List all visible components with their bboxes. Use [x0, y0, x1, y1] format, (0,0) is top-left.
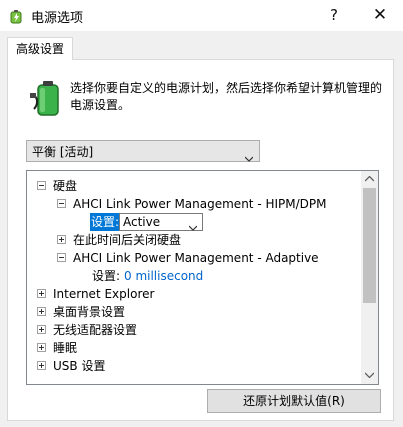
- expand-icon[interactable]: [37, 325, 46, 334]
- collapse-icon[interactable]: [57, 199, 66, 208]
- window-title: 电源选项: [31, 11, 84, 26]
- expand-icon[interactable]: [57, 235, 66, 244]
- help-button[interactable]: ?: [311, 0, 357, 31]
- setting-value-link[interactable]: 0 millisecond: [124, 267, 203, 285]
- close-button[interactable]: ✕: [357, 0, 403, 31]
- chevron-down-icon: [188, 219, 198, 235]
- settings-tree[interactable]: 硬盘 AHCI Link Power Management - HIPM/DPM…: [26, 170, 379, 385]
- tree-item-label: 无线适配器设置: [53, 323, 138, 337]
- tree-item-label: Internet Explorer: [53, 287, 155, 301]
- collapse-icon[interactable]: [57, 253, 66, 262]
- chevron-down-icon: [244, 148, 254, 162]
- power-options-icon: [8, 8, 24, 24]
- setting-label: 设置:: [90, 213, 121, 231]
- tree-item-label: AHCI Link Power Management - HIPM/DPM: [73, 197, 327, 211]
- expand-icon[interactable]: [37, 343, 46, 352]
- expand-icon[interactable]: [37, 361, 46, 370]
- dialog-body: 高级设置 选择你要自定义的电源计划，然后选择你希望计算机管理的电源设置。 平衡 …: [0, 31, 403, 427]
- power-plan-value: 平衡 [活动]: [32, 145, 94, 159]
- restore-defaults-button[interactable]: 还原计划默认值(R): [207, 389, 381, 413]
- tree-item-label: USB 设置: [53, 359, 106, 373]
- tree-item-label: AHCI Link Power Management - Adaptive: [73, 251, 319, 265]
- vertical-scrollbar[interactable]: [361, 171, 378, 384]
- scrollbar-thumb[interactable]: [363, 188, 376, 303]
- setting-value-select[interactable]: Active: [119, 213, 203, 231]
- scroll-up-icon[interactable]: [361, 171, 378, 188]
- battery-plug-icon: [30, 79, 66, 117]
- expand-icon[interactable]: [37, 289, 46, 298]
- scroll-down-icon[interactable]: [361, 367, 378, 384]
- tree-item-label: 桌面背景设置: [53, 305, 126, 319]
- tree-item-label: 在此时间后关闭硬盘: [73, 233, 182, 247]
- tab-advanced-settings[interactable]: 高级设置: [7, 37, 74, 60]
- tab-panel: 选择你要自定义的电源计划，然后选择你希望计算机管理的电源设置。 平衡 [活动] …: [7, 59, 394, 421]
- setting-label: 设置:: [92, 269, 121, 283]
- collapse-icon[interactable]: [37, 181, 46, 190]
- power-plan-select[interactable]: 平衡 [活动]: [26, 140, 260, 162]
- title-bar: 电源选项 ? ✕: [0, 0, 403, 31]
- setting-value: Active: [123, 215, 161, 229]
- expand-icon[interactable]: [37, 307, 46, 316]
- tree-item-label: 硬盘: [53, 179, 78, 193]
- description-text: 选择你要自定义的电源计划，然后选择你希望计算机管理的电源设置。: [70, 81, 383, 112]
- tree-item-label: 睡眠: [53, 341, 78, 355]
